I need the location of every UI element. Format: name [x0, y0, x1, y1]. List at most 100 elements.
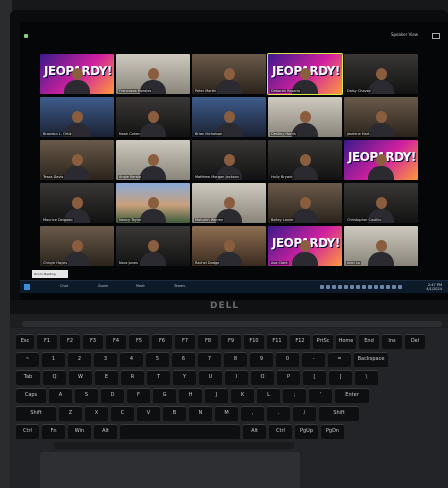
- key[interactable]: F2: [60, 334, 80, 349]
- tray-icon[interactable]: [320, 285, 324, 289]
- key[interactable]: I: [225, 370, 248, 385]
- key[interactable]: Backspace: [354, 352, 388, 367]
- tray-icon[interactable]: [356, 285, 360, 289]
- key[interactable]: D: [101, 388, 124, 403]
- key[interactable]: 6: [172, 352, 195, 367]
- key[interactable]: F: [127, 388, 150, 403]
- key[interactable]: ': [309, 388, 332, 403]
- key[interactable]: V: [137, 406, 160, 421]
- key[interactable]: F12: [290, 334, 310, 349]
- trackpad-buttons[interactable]: [54, 442, 294, 449]
- taskbar-app-meet[interactable]: Meet: [136, 284, 145, 290]
- key[interactable]: G: [153, 388, 176, 403]
- key[interactable]: Fn: [42, 424, 65, 439]
- view-toggle-label[interactable]: Speaker View: [391, 32, 418, 37]
- tray-icon[interactable]: [362, 285, 366, 289]
- key[interactable]: Caps: [16, 388, 46, 403]
- participant-tile[interactable]: Francesca Morales: [116, 54, 190, 94]
- taskbar-app-zoom[interactable]: Zoom: [98, 284, 108, 290]
- key[interactable]: \: [355, 370, 378, 385]
- key[interactable]: 8: [224, 352, 247, 367]
- key[interactable]: Alt: [94, 424, 117, 439]
- taskbar-app-teams[interactable]: Teams: [174, 284, 185, 290]
- tray-icon[interactable]: [326, 285, 330, 289]
- key[interactable]: Q: [43, 370, 66, 385]
- key[interactable]: Ctrl: [16, 424, 39, 439]
- key[interactable]: H: [179, 388, 202, 403]
- key[interactable]: F6: [152, 334, 172, 349]
- key[interactable]: A: [49, 388, 72, 403]
- key[interactable]: C: [111, 406, 134, 421]
- key[interactable]: F4: [106, 334, 126, 349]
- key[interactable]: K: [231, 388, 254, 403]
- key[interactable]: F3: [83, 334, 103, 349]
- participant-tile[interactable]: Holly Bryant: [268, 140, 342, 180]
- participant-tile[interactable]: Christopher Castillo: [344, 183, 418, 223]
- participant-tile[interactable]: JEOPARDY!: [40, 54, 114, 94]
- key[interactable]: F7: [175, 334, 195, 349]
- key[interactable]: Home: [336, 334, 356, 349]
- tray-icon[interactable]: [338, 285, 342, 289]
- participant-tile[interactable]: Nora Jones: [116, 226, 190, 266]
- participant-tile[interactable]: Jasmine Hart: [344, 97, 418, 137]
- participant-tile[interactable]: Rachel Dodge: [192, 226, 266, 266]
- key[interactable]: ;: [283, 388, 306, 403]
- start-icon[interactable]: [24, 284, 30, 290]
- key[interactable]: ]: [329, 370, 352, 385]
- key[interactable]: Z: [59, 406, 82, 421]
- tray-icon[interactable]: [380, 285, 384, 289]
- taskbar-clock[interactable]: 2:47 PM 4/1/2024: [426, 283, 442, 291]
- key[interactable]: 3: [94, 352, 117, 367]
- tray-icon[interactable]: [398, 285, 402, 289]
- key[interactable]: F1: [37, 334, 57, 349]
- participant-tile[interactable]: Tessa Davis: [40, 140, 114, 180]
- space-key[interactable]: [120, 424, 240, 439]
- tray-icon[interactable]: [386, 285, 390, 289]
- participant-tile[interactable]: Peter Martin: [192, 54, 266, 94]
- key[interactable]: W: [69, 370, 92, 385]
- key[interactable]: Shift: [319, 406, 359, 421]
- key[interactable]: 9: [250, 352, 273, 367]
- participant-tile[interactable]: Destiny Harris: [268, 97, 342, 137]
- key[interactable]: Alt: [243, 424, 266, 439]
- participant-tile[interactable]: JEOPARDY!Deborah Rosario: [267, 53, 343, 95]
- key[interactable]: F5: [129, 334, 149, 349]
- key[interactable]: ~: [16, 352, 39, 367]
- key[interactable]: B: [163, 406, 186, 421]
- tray-icon[interactable]: [392, 285, 396, 289]
- key[interactable]: Y: [173, 370, 196, 385]
- participant-tile[interactable]: Bailey Lanier: [268, 183, 342, 223]
- key[interactable]: PrtSc: [313, 334, 333, 349]
- key[interactable]: Esc: [16, 334, 34, 349]
- key[interactable]: /: [293, 406, 316, 421]
- participant-tile[interactable]: Daisy Chavez: [344, 54, 418, 94]
- key[interactable]: O: [251, 370, 274, 385]
- participant-tile[interactable]: Noah Cohen: [116, 97, 190, 137]
- participant-tile[interactable]: Brandon L. Ortiz: [40, 97, 114, 137]
- participant-tile[interactable]: JEOPARDY!Ava Clark: [268, 226, 342, 266]
- key[interactable]: X: [85, 406, 108, 421]
- key[interactable]: Enter: [335, 388, 369, 403]
- key[interactable]: =: [328, 352, 351, 367]
- gallery-view-icon[interactable]: [432, 33, 440, 39]
- tray-icon[interactable]: [368, 285, 372, 289]
- key[interactable]: Tab: [16, 370, 40, 385]
- key[interactable]: F11: [267, 334, 287, 349]
- participant-tile[interactable]: Matthew Morgan Jackson: [192, 140, 266, 180]
- key[interactable]: Ins: [382, 334, 402, 349]
- participant-tile[interactable]: Maurice Delgado: [40, 183, 114, 223]
- key[interactable]: PgDn: [321, 424, 344, 439]
- key[interactable]: F9: [221, 334, 241, 349]
- key[interactable]: U: [199, 370, 222, 385]
- key[interactable]: ,: [241, 406, 264, 421]
- key[interactable]: End: [359, 334, 379, 349]
- key[interactable]: PgUp: [295, 424, 318, 439]
- key[interactable]: 2: [68, 352, 91, 367]
- key[interactable]: J: [205, 388, 228, 403]
- participant-tile[interactable]: Nancy Taylor: [116, 183, 190, 223]
- participant-tile[interactable]: Angie Kerala: [116, 140, 190, 180]
- key[interactable]: P: [277, 370, 300, 385]
- tray-icon[interactable]: [374, 285, 378, 289]
- participant-tile[interactable]: JEOPARDY!: [344, 140, 418, 180]
- tray-icon[interactable]: [332, 285, 336, 289]
